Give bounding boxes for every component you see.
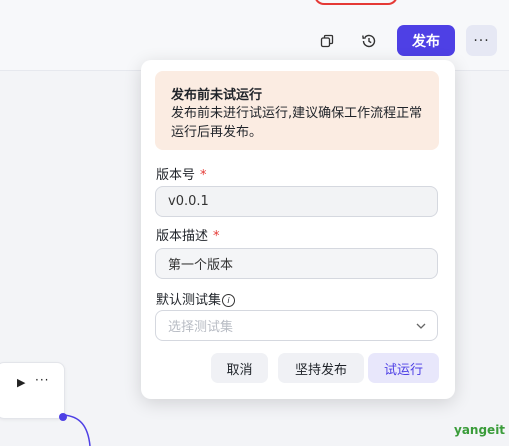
version-input[interactable]: v0.0.1 <box>155 186 438 217</box>
copy-icon <box>320 34 334 48</box>
history-icon <box>362 34 376 48</box>
copy-button[interactable] <box>314 28 340 54</box>
insist-publish-button[interactable]: 坚持发布 <box>278 353 364 383</box>
watermark-logo: yangeit <box>454 423 506 437</box>
history-button[interactable] <box>356 28 382 54</box>
testset-select[interactable]: 选择测试集 <box>155 310 438 341</box>
version-label: 版本号 * <box>156 164 207 183</box>
description-label-text: 版本描述 <box>156 229 209 244</box>
highlight-outline <box>314 0 398 5</box>
description-input[interactable]: 第一个版本 <box>155 248 438 279</box>
testset-label: 默认测试集 i <box>156 289 236 308</box>
node-more-button[interactable]: ··· <box>35 373 49 387</box>
required-mark: * <box>200 168 207 183</box>
description-label: 版本描述 * <box>156 225 220 244</box>
required-mark: * <box>213 229 220 244</box>
more-button[interactable]: ··· <box>466 25 497 56</box>
connection-line <box>62 414 91 446</box>
info-icon[interactable]: i <box>222 294 236 307</box>
workflow-node[interactable]: ▶ ··· <box>0 362 65 419</box>
publish-button[interactable]: 发布 <box>397 25 455 56</box>
description-value: 第一个版本 <box>168 258 234 273</box>
version-value: v0.0.1 <box>168 194 209 209</box>
test-run-button[interactable]: 试运行 <box>368 353 439 383</box>
testset-label-text: 默认测试集 <box>156 293 222 308</box>
alert-text: 发布前未进行试运行,建议确保工作流程正常运行后再发布。 <box>171 106 423 140</box>
publish-popover: 发布前未试运行 发布前未进行试运行,建议确保工作流程正常运行后再发布。 版本号 *… <box>141 60 455 399</box>
alert-title: 发布前未试运行 <box>171 88 263 103</box>
cancel-button[interactable]: 取消 <box>211 353 268 383</box>
version-label-text: 版本号 <box>156 168 196 183</box>
warning-alert: 发布前未试运行 发布前未进行试运行,建议确保工作流程正常运行后再发布。 <box>155 71 439 150</box>
chevron-down-icon <box>416 323 426 329</box>
play-icon[interactable]: ▶ <box>17 376 25 389</box>
testset-placeholder: 选择测试集 <box>168 320 234 335</box>
